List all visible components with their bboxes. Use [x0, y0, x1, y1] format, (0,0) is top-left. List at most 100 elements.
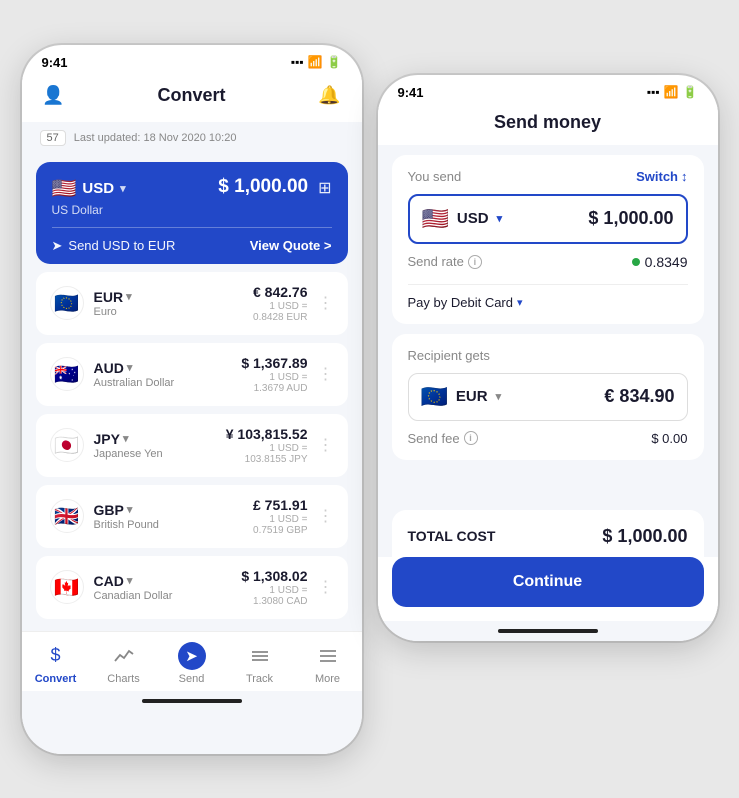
- more-nav-label: More: [315, 673, 340, 685]
- table-row[interactable]: 🇯🇵 JPY ▾ Japanese Yen ¥ 103,815.52 1 USD…: [36, 414, 348, 477]
- row-right-jpy: ¥ 103,815.52 1 USD =103.8155 JPY ⋮: [226, 426, 334, 465]
- convert-nav-icon: $: [42, 642, 70, 670]
- send-fee-label: Send fee i: [408, 431, 478, 446]
- sidebar-item-convert[interactable]: $ Convert: [22, 642, 90, 685]
- aud-info: AUD ▾ Australian Dollar: [94, 360, 175, 389]
- cad-code: CAD ▾: [94, 573, 173, 589]
- eur-amount-block: € 842.76 1 USD =0.8428 EUR: [253, 284, 308, 323]
- recipient-flag-icon: 🇪🇺: [421, 384, 448, 410]
- row-right-gbp: £ 751.91 1 USD =0.7519 GBP ⋮: [253, 497, 334, 536]
- usd-card[interactable]: 🇺🇸 USD ▾ US Dollar $ 1,000.00 ⊞: [36, 162, 348, 264]
- battery-icon: 🔋: [327, 55, 342, 69]
- continue-button[interactable]: Continue: [392, 557, 704, 607]
- switch-icon: ↕: [681, 169, 688, 184]
- gbp-amount: £ 751.91: [253, 497, 308, 513]
- recipient-section: Recipient gets 🇪🇺 EUR ▾ € 834.90 Send fe…: [392, 334, 704, 460]
- track-nav-label: Track: [246, 673, 273, 685]
- gbp-info: GBP ▾ British Pound: [94, 502, 159, 531]
- usd-card-bottom: ➤ Send USD to EUR View Quote >: [52, 227, 332, 264]
- jpy-amount: ¥ 103,815.52: [226, 426, 308, 442]
- total-cost-value: $ 1,000.00: [602, 526, 687, 547]
- send-usd-text: ➤ Send USD to EUR: [52, 238, 176, 254]
- left-status-bar: 9:41 ▪▪▪ 📶 🔋: [22, 45, 362, 74]
- send-title: Send money: [494, 112, 601, 132]
- cad-amount-block: $ 1,308.02 1 USD =1.3080 CAD: [241, 568, 307, 607]
- jpy-amount-block: ¥ 103,815.52 1 USD =103.8155 JPY: [226, 426, 308, 465]
- right-status-time: 9:41: [398, 85, 424, 100]
- jpy-name: Japanese Yen: [94, 448, 163, 460]
- aud-more-icon[interactable]: ⋮: [318, 364, 334, 384]
- right-wifi-icon: 📶: [664, 85, 679, 99]
- table-row[interactable]: 🇪🇺 EUR ▾ Euro € 842.76 1 USD =0.8428 EUR: [36, 272, 348, 335]
- send-nav-icon: ➤: [178, 642, 206, 670]
- pay-method-row[interactable]: Pay by Debit Card ▾: [408, 284, 688, 310]
- cad-info: CAD ▾ Canadian Dollar: [94, 573, 173, 602]
- profile-icon[interactable]: 👤: [40, 82, 68, 110]
- send-currency-row[interactable]: 🇺🇸 USD ▾ $ 1,000.00: [408, 194, 688, 244]
- eur-code: EUR ▾: [94, 289, 132, 305]
- you-send-section: You send Switch ↕ 🇺🇸 USD ▾ $ 1,000.00: [392, 155, 704, 324]
- aud-code: AUD ▾: [94, 360, 175, 376]
- cad-name: Canadian Dollar: [94, 590, 173, 602]
- sidebar-item-more[interactable]: More: [294, 642, 362, 685]
- sidebar-item-track[interactable]: Track: [226, 642, 294, 685]
- bell-icon[interactable]: 🔔: [315, 82, 343, 110]
- usd-amount-block: $ 1,000.00 ⊞: [218, 176, 331, 198]
- gbp-amount-block: £ 751.91 1 USD =0.7519 GBP: [253, 497, 308, 536]
- send-rate-value: 0.8349: [632, 254, 688, 270]
- usd-amount: $ 1,000.00: [218, 176, 308, 198]
- you-send-label-row: You send Switch ↕: [408, 169, 688, 184]
- view-quote-button[interactable]: View Quote >: [250, 238, 332, 253]
- table-row[interactable]: 🇦🇺 AUD ▾ Australian Dollar $ 1,367.89 1 …: [36, 343, 348, 406]
- recipient-chevron-icon: ▾: [496, 390, 502, 403]
- send-screen: Send money You send Switch ↕ 🇺🇸: [378, 104, 718, 641]
- jpy-more-icon[interactable]: ⋮: [318, 435, 334, 455]
- sidebar-item-send[interactable]: ➤ Send: [158, 642, 226, 685]
- convert-nav-label: Convert: [35, 673, 77, 685]
- pay-method-chevron-icon: ▾: [517, 296, 523, 309]
- row-right-cad: $ 1,308.02 1 USD =1.3080 CAD ⋮: [241, 568, 333, 607]
- update-bar: 57 Last updated: 18 Nov 2020 10:20: [22, 122, 362, 154]
- aud-amount: $ 1,367.89: [241, 355, 307, 371]
- gbp-more-icon[interactable]: ⋮: [318, 506, 334, 526]
- recipient-currency-left: 🇪🇺 EUR ▾: [421, 384, 502, 410]
- recipient-amount: € 834.90: [604, 386, 674, 407]
- cad-rate: 1 USD =1.3080 CAD: [241, 585, 307, 607]
- continue-container: Continue: [378, 557, 718, 621]
- bottom-nav: $ Convert Charts ➤ Send: [22, 631, 362, 691]
- usd-name: US Dollar: [52, 203, 126, 217]
- eur-flag-icon: 🇪🇺: [50, 286, 84, 320]
- eur-amount: € 842.76: [253, 284, 308, 300]
- rate-info-icon[interactable]: i: [468, 255, 482, 269]
- table-row[interactable]: 🇬🇧 GBP ▾ British Pound £ 751.91 1 USD =0…: [36, 485, 348, 548]
- eur-more-icon[interactable]: ⋮: [318, 293, 334, 313]
- table-row[interactable]: 🇨🇦 CAD ▾ Canadian Dollar $ 1,308.02 1 US…: [36, 556, 348, 619]
- switch-label: Switch: [636, 169, 678, 184]
- jpy-rate: 1 USD =103.8155 JPY: [226, 443, 308, 465]
- recipient-currency-row[interactable]: 🇪🇺 EUR ▾ € 834.90: [408, 373, 688, 421]
- calculator-icon[interactable]: ⊞: [318, 178, 331, 198]
- currency-list: 🇪🇺 EUR ▾ Euro € 842.76 1 USD =0.8428 EUR: [22, 272, 362, 619]
- send-rate-label: Send rate i: [408, 254, 482, 269]
- fee-info-icon[interactable]: i: [464, 431, 478, 445]
- total-section: TOTAL COST $ 1,000.00: [392, 510, 704, 557]
- usd-code: USD: [82, 180, 114, 197]
- rate-row: Send rate i 0.8349: [408, 254, 688, 274]
- right-battery-icon: 🔋: [683, 85, 698, 99]
- send-usd-label: Send USD to EUR: [68, 238, 175, 253]
- gbp-code: GBP ▾: [94, 502, 159, 518]
- row-left-cad: 🇨🇦 CAD ▾ Canadian Dollar: [50, 570, 173, 604]
- cad-more-icon[interactable]: ⋮: [318, 577, 334, 597]
- aud-flag-icon: 🇦🇺: [50, 357, 84, 391]
- right-status-icons: ▪▪▪ 📶 🔋: [647, 85, 698, 99]
- right-home-bar: [498, 629, 598, 633]
- recipient-gets-label: Recipient gets: [408, 348, 688, 363]
- row-right-aud: $ 1,367.89 1 USD =1.3679 AUD ⋮: [241, 355, 333, 394]
- right-home-indicator: [378, 621, 718, 641]
- sidebar-item-charts[interactable]: Charts: [90, 642, 158, 685]
- wifi-icon: 📶: [308, 55, 323, 69]
- spacer: [378, 470, 718, 510]
- cad-amount: $ 1,308.02: [241, 568, 307, 584]
- usd-currency-label: 🇺🇸 USD ▾: [52, 176, 126, 201]
- switch-button[interactable]: Switch ↕: [636, 169, 687, 184]
